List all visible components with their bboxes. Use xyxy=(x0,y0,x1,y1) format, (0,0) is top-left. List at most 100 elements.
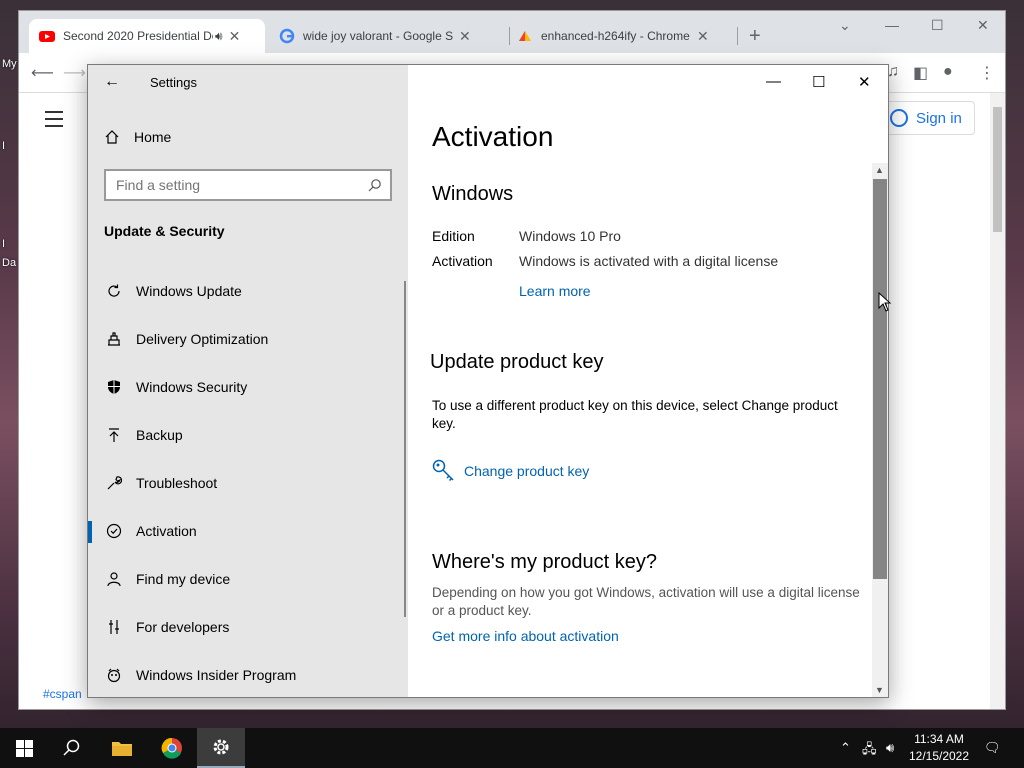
activation-label: Activation xyxy=(432,253,493,269)
nav-item-label: For developers xyxy=(136,619,230,635)
settings-nav-pane: ← Settings Home Update & Security Window… xyxy=(88,65,408,697)
mouse-cursor-icon xyxy=(878,292,892,312)
activation-page: Activation Windows Edition Windows 10 Pr… xyxy=(430,65,872,697)
where-key-description: Depending on how you got Windows, activa… xyxy=(432,585,860,618)
scrollbar-thumb[interactable] xyxy=(993,107,1002,232)
minimize-icon[interactable]: — xyxy=(885,17,899,33)
wrench-icon xyxy=(107,476,122,490)
close-tab-icon[interactable]: ✕ xyxy=(229,28,241,45)
sign-in-label: Sign in xyxy=(916,109,962,127)
settings-taskbar-button[interactable] xyxy=(197,728,245,768)
more-info-activation-link[interactable]: Get more info about activation xyxy=(432,628,619,644)
hashtag-link[interactable]: #cspan xyxy=(43,687,82,701)
clock-time: 11:34 AM xyxy=(914,732,964,746)
taskbar: ⌃ 🖧︎ 🔊︎ 11:34 AM 12/15/2022 🗨︎ xyxy=(0,728,1024,768)
start-button[interactable] xyxy=(0,728,48,768)
backup-icon xyxy=(109,428,119,442)
new-tab-icon[interactable]: + xyxy=(749,25,761,48)
refresh-icon xyxy=(108,284,120,297)
close-tab-icon[interactable]: ✕ xyxy=(459,28,471,45)
file-explorer-button[interactable] xyxy=(98,728,146,768)
nav-item-troubleshoot[interactable]: Troubleshoot xyxy=(88,459,404,507)
volume-icon[interactable]: 🔊︎ xyxy=(886,740,894,756)
nav-item-windows-security[interactable]: Windows Security xyxy=(88,363,404,411)
windows-logo-icon xyxy=(15,739,33,757)
tab-title: enhanced-h264ify - Chrome Web Store xyxy=(541,29,691,43)
change-product-key-button[interactable]: Change product key xyxy=(432,459,589,483)
insider-icon xyxy=(107,668,121,683)
tab-title: Second 2020 Presidential Debate xyxy=(63,29,213,43)
edition-label: Edition xyxy=(432,228,475,244)
browser-tab-google[interactable]: wide joy valorant - Google Search ✕ xyxy=(269,19,505,53)
desktop-icon-label: I xyxy=(2,238,6,250)
windows-heading: Windows xyxy=(432,183,514,205)
profile-icon[interactable]: ● xyxy=(943,63,953,81)
update-key-description: To use a different product key on this d… xyxy=(432,398,838,431)
nav-item-label: Delivery Optimization xyxy=(136,331,269,347)
side-panel-icon[interactable]: ◧ xyxy=(913,63,928,83)
nav-item-label: Find my device xyxy=(136,571,231,587)
chrome-taskbar-button[interactable] xyxy=(148,728,196,768)
edition-value: Windows 10 Pro xyxy=(519,228,621,244)
taskbar-clock[interactable]: 11:34 AM 12/15/2022 xyxy=(904,731,974,765)
notification-center-icon[interactable]: 🗨︎ xyxy=(984,740,1001,756)
shield-icon xyxy=(108,380,120,394)
back-arrow-icon[interactable]: ← xyxy=(104,73,120,91)
account-icon xyxy=(890,109,908,127)
speaker-icon[interactable]: 🔊︎ xyxy=(215,29,223,44)
browser-tab-webstore[interactable]: enhanced-h264ify - Chrome Web Store ✕ xyxy=(507,19,743,53)
browser-tab-youtube[interactable]: Second 2020 Presidential Debate 🔊︎ ✕ xyxy=(29,19,265,53)
key-icon xyxy=(432,459,454,482)
nav-item-label: Backup xyxy=(136,427,183,443)
change-product-key-label: Change product key xyxy=(464,463,590,479)
nav-item-label: Troubleshoot xyxy=(136,475,218,491)
app-title: Settings xyxy=(150,75,197,90)
chrome-webstore-icon xyxy=(519,31,531,41)
scroll-up-icon[interactable]: ▲ xyxy=(875,165,884,175)
scroll-down-icon[interactable]: ▼ xyxy=(875,685,884,695)
clock-date: 12/15/2022 xyxy=(908,749,970,763)
search-icon[interactable] xyxy=(368,178,382,192)
sign-in-button[interactable]: Sign in xyxy=(883,101,975,135)
network-icon[interactable]: 🖧︎ xyxy=(862,740,877,762)
nav-scrollbar[interactable] xyxy=(404,281,406,617)
settings-window: ← Settings Home Update & Security Window… xyxy=(87,64,889,698)
taskbar-search-button[interactable] xyxy=(48,728,96,768)
nav-item-find-my-device[interactable]: Find my device xyxy=(88,555,404,603)
learn-more-link[interactable]: Learn more xyxy=(519,283,591,299)
tab-search-icon[interactable]: ⌄ xyxy=(839,17,851,34)
scrollbar-thumb[interactable] xyxy=(873,179,887,579)
home-nav-item[interactable]: Home xyxy=(104,129,171,145)
youtube-icon xyxy=(39,31,55,42)
check-circle-icon xyxy=(106,523,122,539)
home-label: Home xyxy=(134,129,172,145)
section-title: Update & Security xyxy=(104,223,225,239)
close-tab-icon[interactable]: ✕ xyxy=(697,28,709,45)
person-pin-icon xyxy=(107,572,121,587)
back-arrow-icon[interactable]: ⟵ xyxy=(31,63,54,83)
hamburger-menu-icon[interactable] xyxy=(45,111,63,132)
desktop-icon-label: I xyxy=(2,140,6,152)
activation-row: Activation Windows is activated with a d… xyxy=(432,253,778,269)
chrome-icon xyxy=(161,737,182,759)
where-product-key-heading: Where's my product key? xyxy=(432,551,658,573)
forward-arrow-icon[interactable]: ⟶ xyxy=(63,63,86,83)
nav-item-backup[interactable]: Backup xyxy=(88,411,404,459)
find-setting-input[interactable] xyxy=(116,177,356,193)
nav-item-activation[interactable]: Activation xyxy=(88,507,404,555)
maximize-icon[interactable]: ☐ xyxy=(931,17,944,34)
nav-item-delivery-optimization[interactable]: Delivery Optimization xyxy=(88,315,404,363)
kebab-menu-icon[interactable]: ⋮ xyxy=(979,63,995,83)
find-setting-search-box[interactable] xyxy=(104,169,392,201)
delivery-icon xyxy=(108,332,120,346)
activation-status-value: Windows is activated with a digital lice… xyxy=(519,253,779,269)
nav-item-windows-insider[interactable]: Windows Insider Program xyxy=(88,651,404,697)
close-window-icon[interactable]: ✕ xyxy=(977,17,989,34)
nav-item-for-developers[interactable]: For developers xyxy=(88,603,404,651)
content-scrollbar[interactable]: ▲ ▼ xyxy=(872,163,888,697)
update-product-key-heading: Update product key xyxy=(430,351,604,373)
show-hidden-icons-icon[interactable]: ⌃ xyxy=(840,740,851,756)
search-icon xyxy=(63,739,80,756)
nav-item-windows-update[interactable]: Windows Update xyxy=(88,267,404,315)
page-scrollbar[interactable] xyxy=(990,93,1005,709)
